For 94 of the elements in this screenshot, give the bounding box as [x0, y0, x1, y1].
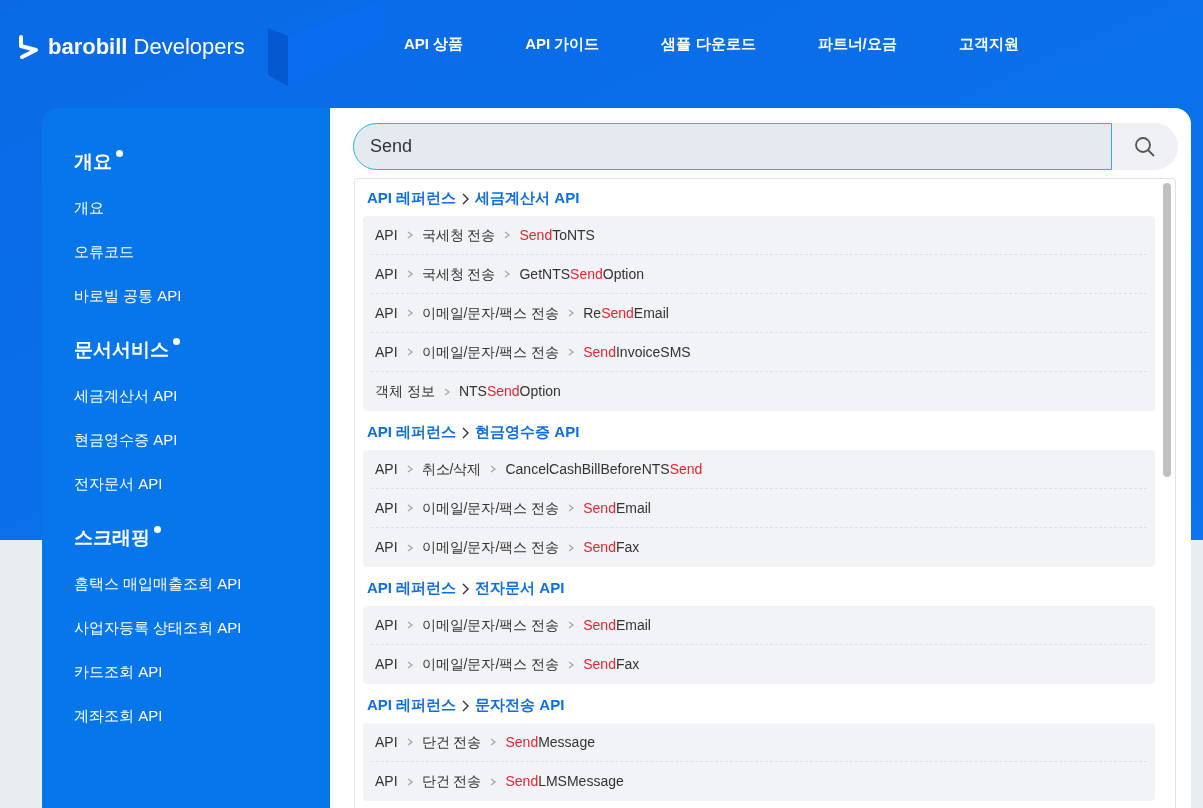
section-heading: 스크래핑 [74, 526, 150, 550]
nav-link[interactable]: API 상품 [404, 33, 464, 56]
result-link[interactable]: SendMessage [505, 731, 595, 753]
nav-link[interactable]: 고객지원 [958, 33, 1019, 56]
sidebar-item[interactable]: 오류코드 [74, 242, 134, 262]
path-label: 이메일/문자/팩스 전송 [421, 615, 560, 635]
breadcrumb-link[interactable]: API 레퍼런스 [367, 577, 457, 600]
chevron-icon [406, 348, 413, 356]
sidebar-item[interactable]: 세금계산서 API [74, 386, 178, 406]
path-label: 이메일/문자/팩스 전송 [421, 538, 560, 557]
sidebar-item[interactable]: 현금영수증 API [74, 430, 178, 450]
search-icon [1134, 135, 1156, 158]
path-label: 취소/삭제 [421, 459, 482, 479]
chevron-icon [490, 465, 497, 473]
result-link[interactable]: CancelCashBillBeforeNTSSend [505, 458, 703, 480]
chevron-icon [490, 777, 497, 786]
result-link[interactable]: SendEmail [583, 497, 651, 519]
path-label: 이메일/문자/팩스 전송 [421, 655, 560, 674]
path-label: 단건 전송 [421, 772, 482, 791]
chevron-icon [462, 426, 470, 439]
section-heading: 개요 [74, 150, 112, 174]
path-label: API [375, 303, 398, 323]
search-button[interactable] [1112, 123, 1178, 170]
result-link[interactable]: SendInvoiceSMS [583, 341, 691, 363]
result-link[interactable]: ReSendEmail [583, 302, 669, 324]
scrollbar[interactable] [1163, 183, 1171, 477]
result-link[interactable]: SendToNTS [519, 224, 595, 246]
path-label: 이메일/문자/팩스 전송 [421, 342, 560, 362]
path-label: 이메일/문자/팩스 전송 [421, 303, 560, 323]
chevron-icon [406, 504, 413, 512]
nav-link[interactable]: API 가이드 [525, 33, 600, 56]
sidebar-item[interactable]: 홈택스 매입매출조회 API [74, 574, 242, 594]
chevron-icon [443, 387, 450, 396]
result-link[interactable]: SendFax [583, 654, 640, 675]
chevron-icon [406, 660, 413, 669]
nav-link[interactable]: 샘플 다운로드 [661, 33, 756, 56]
chevron-icon [490, 738, 497, 746]
sidebar-item[interactable]: 카드조회 API [74, 662, 163, 682]
chevron-icon [568, 660, 575, 669]
path-label: 객체 정보 [375, 382, 435, 401]
chevron-icon [568, 543, 575, 552]
chevron-icon [406, 270, 413, 278]
path-label: API [375, 498, 398, 518]
chevron-icon [568, 504, 575, 512]
sidebar-item[interactable]: 전자문서 API [74, 474, 163, 494]
chevron-icon [406, 309, 413, 317]
path-label: API [375, 732, 398, 752]
result-link[interactable]: GetNTSSendOption [519, 263, 644, 285]
result-link[interactable]: SendEmail [583, 614, 651, 636]
path-label: API [375, 655, 398, 674]
chevron-icon [406, 465, 413, 473]
breadcrumb-link[interactable]: 전자문서 API [475, 577, 565, 600]
sidebar-item[interactable]: 개요 [74, 198, 104, 218]
breadcrumb-link[interactable]: API 레퍼런스 [367, 187, 457, 210]
chevron-icon [406, 621, 413, 629]
breadcrumb-link[interactable]: 문자전송 API [475, 694, 565, 717]
sidebar-item[interactable]: 바로빌 공통 API [74, 286, 182, 306]
breadcrumb-link[interactable]: 현금영수증 API [475, 421, 580, 444]
sidebar-item[interactable]: 사업자등록 상태조회 API [74, 618, 242, 638]
logo-icon [18, 33, 40, 60]
breadcrumb-link[interactable]: API 레퍼런스 [367, 694, 457, 717]
path-label: API [375, 264, 398, 284]
result-link[interactable]: SendFax [583, 537, 640, 558]
chevron-icon [462, 582, 470, 595]
chevron-icon [406, 543, 413, 552]
path-label: 단건 전송 [421, 732, 482, 752]
logo-text: barobill Developers [48, 33, 245, 61]
section-heading: 문서서비스 [74, 338, 169, 362]
breadcrumb-link[interactable]: 세금계산서 API [475, 187, 580, 210]
path-label: API [375, 615, 398, 635]
path-label: API [375, 225, 398, 245]
search-field[interactable]: Send [353, 123, 1112, 170]
result-link[interactable]: SendLMSMessage [505, 771, 624, 792]
path-label: 국세청 전송 [421, 225, 496, 245]
chevron-icon [406, 231, 413, 239]
result-link[interactable]: NTSSendOption [458, 381, 561, 402]
path-label: 이메일/문자/팩스 전송 [421, 498, 560, 518]
sidebar-item[interactable]: 계좌조회 API [74, 706, 163, 726]
chevron-icon [462, 699, 470, 712]
chevron-icon [568, 621, 575, 629]
breadcrumb-link[interactable]: API 레퍼런스 [367, 421, 457, 444]
path-label: API [375, 342, 398, 362]
path-label: API [375, 772, 398, 791]
chevron-icon [406, 738, 413, 746]
path-label: API [375, 459, 398, 479]
chevron-icon [406, 777, 413, 786]
chevron-icon [568, 309, 575, 317]
nav-link[interactable]: 파트너/요금 [817, 33, 897, 56]
chevron-icon [504, 231, 511, 239]
path-label: 국세청 전송 [421, 264, 496, 284]
path-label: API [375, 538, 398, 557]
chevron-icon [568, 348, 575, 356]
chevron-icon [462, 192, 470, 205]
chevron-icon [504, 270, 511, 278]
